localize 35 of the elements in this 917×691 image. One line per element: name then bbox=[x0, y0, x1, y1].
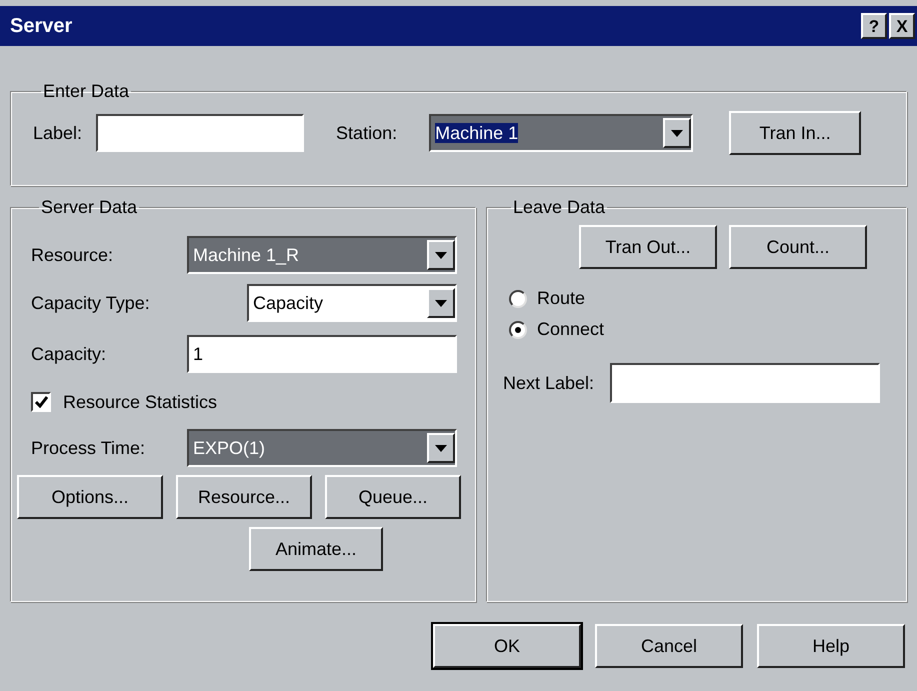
dialog-button[interactable]: Help bbox=[757, 624, 905, 668]
window-title: Server bbox=[10, 14, 74, 39]
dropdown-value: Machine 1 bbox=[434, 122, 520, 144]
field-label: Capacity Type: bbox=[31, 292, 150, 315]
dialog-button[interactable]: OK bbox=[433, 624, 581, 668]
field-label: Resource Statistics bbox=[63, 390, 218, 414]
field-label: Capacity: bbox=[31, 342, 106, 366]
dropdown-value: Machine 1_R bbox=[192, 244, 300, 266]
field-label: Next Label: bbox=[503, 372, 594, 394]
title-bar-button[interactable]: X bbox=[889, 13, 915, 39]
dropdown-field[interactable]: Machine 1_R bbox=[187, 236, 457, 274]
dialog-button[interactable]: Count... bbox=[729, 225, 867, 269]
dropdown-field[interactable]: Capacity bbox=[247, 284, 457, 322]
dialog-button[interactable]: Cancel bbox=[595, 624, 743, 668]
group-title: Enter Data bbox=[42, 80, 130, 103]
field-label: Station: bbox=[336, 122, 398, 142]
field-label: Resource: bbox=[31, 244, 114, 266]
dialog-button[interactable]: Tran Out... bbox=[579, 225, 717, 269]
group-title: Leave Data bbox=[512, 196, 606, 219]
field-label: Process Time: bbox=[31, 436, 146, 460]
field-label: Label: bbox=[33, 122, 82, 144]
capacity-input[interactable]: 1 bbox=[187, 335, 457, 373]
field-label: Connect bbox=[537, 318, 604, 341]
dialog-button[interactable]: Tran In... bbox=[729, 111, 862, 155]
dropdown-field[interactable]: Machine 1 bbox=[429, 114, 694, 152]
dialog-button[interactable]: Options... bbox=[17, 475, 163, 519]
group-title: Server Data bbox=[40, 196, 138, 219]
dialog-button[interactable]: Resource... bbox=[176, 475, 312, 519]
field-label: Route bbox=[537, 287, 586, 310]
dialog-button[interactable]: Queue... bbox=[325, 475, 461, 519]
dropdown-value: EXPO(1) bbox=[192, 436, 266, 460]
dropdown-value: Capacity bbox=[252, 292, 324, 315]
title-bar-button[interactable]: ? bbox=[861, 13, 887, 39]
dropdown-field[interactable]: EXPO(1) bbox=[187, 429, 457, 467]
dialog-button[interactable]: Animate... bbox=[249, 527, 383, 571]
